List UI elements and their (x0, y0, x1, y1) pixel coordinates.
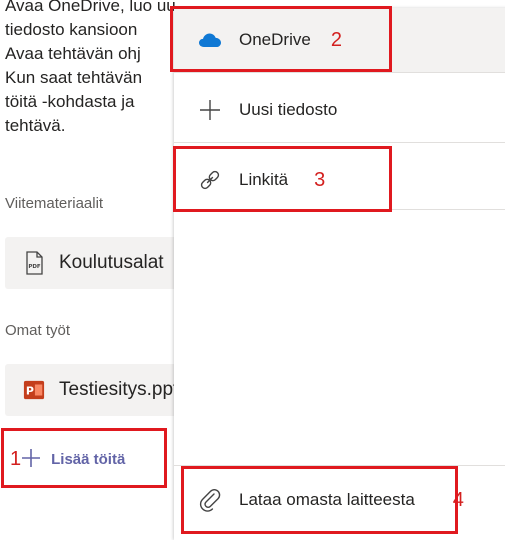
instruction-line: töitä -kohdasta ja (5, 92, 135, 111)
menu-item-new-file[interactable]: Uusi tiedosto (174, 78, 505, 142)
reference-file-card[interactable]: PDF Koulutusalat (5, 237, 175, 289)
instruction-line: tiedosto kansioon (5, 20, 138, 39)
highlight-box-2 (170, 6, 392, 72)
my-work-label: Omat työt (5, 322, 71, 339)
my-work-file-name: Testiesitys.pptx (59, 379, 175, 400)
assignment-instructions: Avaa OneDrive, luo uusi PowerPoint- tied… (5, 0, 175, 138)
plus-icon (198, 98, 222, 122)
instruction-line: Avaa tehtävän ohj (5, 44, 141, 63)
attach-menu: OneDrive 2 Uusi tiedosto Linkitä 3 Lataa… (174, 8, 505, 540)
powerpoint-icon: P (23, 378, 45, 402)
menu-divider (174, 72, 505, 73)
menu-divider (174, 142, 505, 143)
highlight-box-1 (1, 428, 167, 488)
highlight-box-4 (181, 466, 458, 534)
highlight-box-3 (173, 146, 392, 212)
instruction-line: Avaa OneDrive, luo uusi PowerPoint- (5, 0, 175, 15)
instruction-line: tehtävä. (5, 116, 66, 135)
svg-text:P: P (26, 385, 34, 398)
pdf-file-icon: PDF (23, 251, 45, 275)
my-work-file-card[interactable]: P Testiesitys.pptx (5, 364, 175, 416)
reference-file-name: Koulutusalat (59, 252, 164, 273)
menu-item-label: Uusi tiedosto (239, 100, 338, 119)
svg-text:PDF: PDF (28, 264, 41, 270)
reference-materials-label: Viitemateriaalit (5, 195, 104, 212)
instruction-line: Kun saat tehtävän (5, 68, 143, 87)
